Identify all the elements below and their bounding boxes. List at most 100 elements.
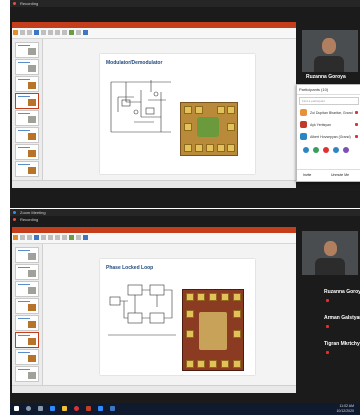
slide-title: Phase Locked Loop	[106, 265, 154, 271]
slide-thumbnail[interactable]	[15, 264, 39, 280]
start-icon[interactable]	[14, 406, 19, 411]
slide-thumbnail[interactable]	[15, 349, 39, 365]
clock-date[interactable]: 10/12/2020	[336, 409, 354, 413]
muted-mic-icon	[326, 299, 329, 302]
reaction-icon[interactable]	[313, 147, 319, 153]
paste-icon[interactable]	[13, 235, 18, 240]
muted-mic-icon	[326, 325, 329, 328]
slide-thumbnail[interactable]	[15, 127, 39, 143]
new-slide-icon[interactable]	[34, 30, 39, 35]
window-title: Zoom Meeting	[20, 210, 46, 215]
unmute-me-button[interactable]: Unmute Me	[331, 173, 349, 177]
participants-panel-title: Participants (10)	[297, 85, 360, 95]
reaction-icon[interactable]	[303, 147, 309, 153]
circuit-schematic	[110, 80, 171, 133]
find-icon[interactable]	[83, 235, 88, 240]
slide-thumbnails[interactable]	[12, 244, 43, 385]
bold-icon[interactable]	[48, 235, 53, 240]
slide-canvas[interactable]: Modulator/Demodulator	[100, 54, 255, 174]
status-bar	[12, 385, 296, 393]
ribbon-toolbar[interactable]	[12, 28, 296, 39]
find-icon[interactable]	[83, 30, 88, 35]
slide-thumbnail[interactable]	[15, 315, 39, 331]
layout-icon[interactable]	[41, 235, 46, 240]
recording-icon	[13, 2, 16, 5]
shapes-icon[interactable]	[69, 30, 74, 35]
slide-thumbnail[interactable]	[15, 59, 39, 75]
arrange-icon[interactable]	[76, 235, 81, 240]
cut-icon[interactable]	[20, 235, 25, 240]
panel-footer: Invite Unmute Me	[297, 169, 360, 180]
participant-name: Arman Galstyan	[324, 315, 360, 321]
slide-thumbnail[interactable]	[15, 281, 39, 297]
title-bar: Zoom Meeting	[10, 209, 360, 216]
app-icon[interactable]	[110, 406, 115, 411]
search-icon[interactable]	[26, 406, 31, 411]
paste-icon[interactable]	[13, 30, 18, 35]
slide-canvas[interactable]: Phase Locked Loop	[100, 259, 255, 375]
participant-name: Tigran Mkrtchya	[324, 341, 360, 347]
reaction-icon[interactable]	[343, 147, 349, 153]
speaker-video	[302, 231, 358, 275]
invite-button[interactable]: Invite	[303, 173, 311, 177]
participants-panel[interactable]: Participants (10) Find a participant Zoi…	[296, 84, 360, 182]
powerpoint-window: Phase Locked Loop	[12, 227, 296, 393]
participant-row[interactable]: Zoi Dupitan Bharitar, Grand	[297, 107, 360, 119]
slide-thumbnail-selected[interactable]	[15, 93, 39, 109]
slide-thumbnail[interactable]	[15, 161, 39, 177]
task-view-icon[interactable]	[38, 406, 43, 411]
italic-icon[interactable]	[55, 30, 60, 35]
slide-thumbnail[interactable]	[15, 247, 39, 263]
slide-thumbnail[interactable]	[15, 298, 39, 314]
copy-icon[interactable]	[27, 30, 32, 35]
participant-name: Zoi Dupitan Bharitar, Grand	[310, 111, 353, 115]
powerpoint-icon[interactable]	[86, 406, 91, 411]
edge-icon[interactable]	[50, 406, 55, 411]
participant-search-input[interactable]: Find a participant	[299, 97, 359, 105]
bold-icon[interactable]	[48, 30, 53, 35]
slide-title: Modulator/Demodulator	[106, 60, 163, 66]
participant-row[interactable]: Ayk Yeritsyan	[297, 119, 360, 131]
video-sidebar: Ruzanna Goroya Arman Galstyan Tigran Mkr…	[300, 227, 360, 393]
underline-icon[interactable]	[62, 235, 67, 240]
underline-icon[interactable]	[62, 30, 67, 35]
recording-label: Recording	[20, 217, 39, 222]
shapes-icon[interactable]	[69, 235, 74, 240]
chip-layout-image	[182, 289, 244, 371]
clock-time[interactable]: 11:02 AM	[339, 404, 354, 408]
slide-thumbnail[interactable]	[15, 366, 39, 382]
speaker-name: Ruzanna Goroya	[306, 74, 346, 80]
participant-name: Ayk Yeritsyan	[310, 123, 331, 127]
arrange-icon[interactable]	[76, 30, 81, 35]
reaction-icon[interactable]	[323, 147, 329, 153]
muted-mic-icon	[355, 135, 358, 138]
slide-thumbnail[interactable]	[15, 144, 39, 160]
new-slide-icon[interactable]	[34, 235, 39, 240]
chrome-icon[interactable]	[74, 406, 79, 411]
slide-thumbnails[interactable]	[12, 39, 43, 180]
slide-thumbnail-selected[interactable]	[15, 332, 39, 348]
participant-row[interactable]: Albert Hovsepyan (Grand)	[297, 131, 360, 143]
status-bar	[12, 180, 296, 188]
participant-avatar	[300, 133, 307, 140]
zoom-window-top: Recording Modulator/Demodulator Ruzanna …	[10, 0, 360, 208]
zoom-app-icon[interactable]	[98, 406, 103, 411]
italic-icon[interactable]	[55, 235, 60, 240]
slide-thumbnail[interactable]	[15, 110, 39, 126]
participant-name: Ruzanna Goroya	[324, 289, 360, 295]
muted-mic-icon	[326, 351, 329, 354]
participant-name: Albert Hovsepyan (Grand)	[310, 135, 351, 139]
reaction-icon[interactable]	[333, 147, 339, 153]
slide-thumbnail[interactable]	[15, 42, 39, 58]
slide-thumbnail[interactable]	[15, 76, 39, 92]
cut-icon[interactable]	[20, 30, 25, 35]
windows-taskbar: 11:02 AM 10/12/2020	[10, 403, 360, 415]
recording-indicator: Recording	[10, 216, 360, 223]
title-bar: Recording	[10, 0, 360, 7]
copy-icon[interactable]	[27, 235, 32, 240]
layout-icon[interactable]	[41, 30, 46, 35]
file-explorer-icon[interactable]	[62, 406, 67, 411]
reaction-buttons[interactable]	[297, 147, 360, 157]
ribbon-toolbar[interactable]	[12, 233, 296, 244]
muted-mic-icon	[355, 111, 358, 114]
